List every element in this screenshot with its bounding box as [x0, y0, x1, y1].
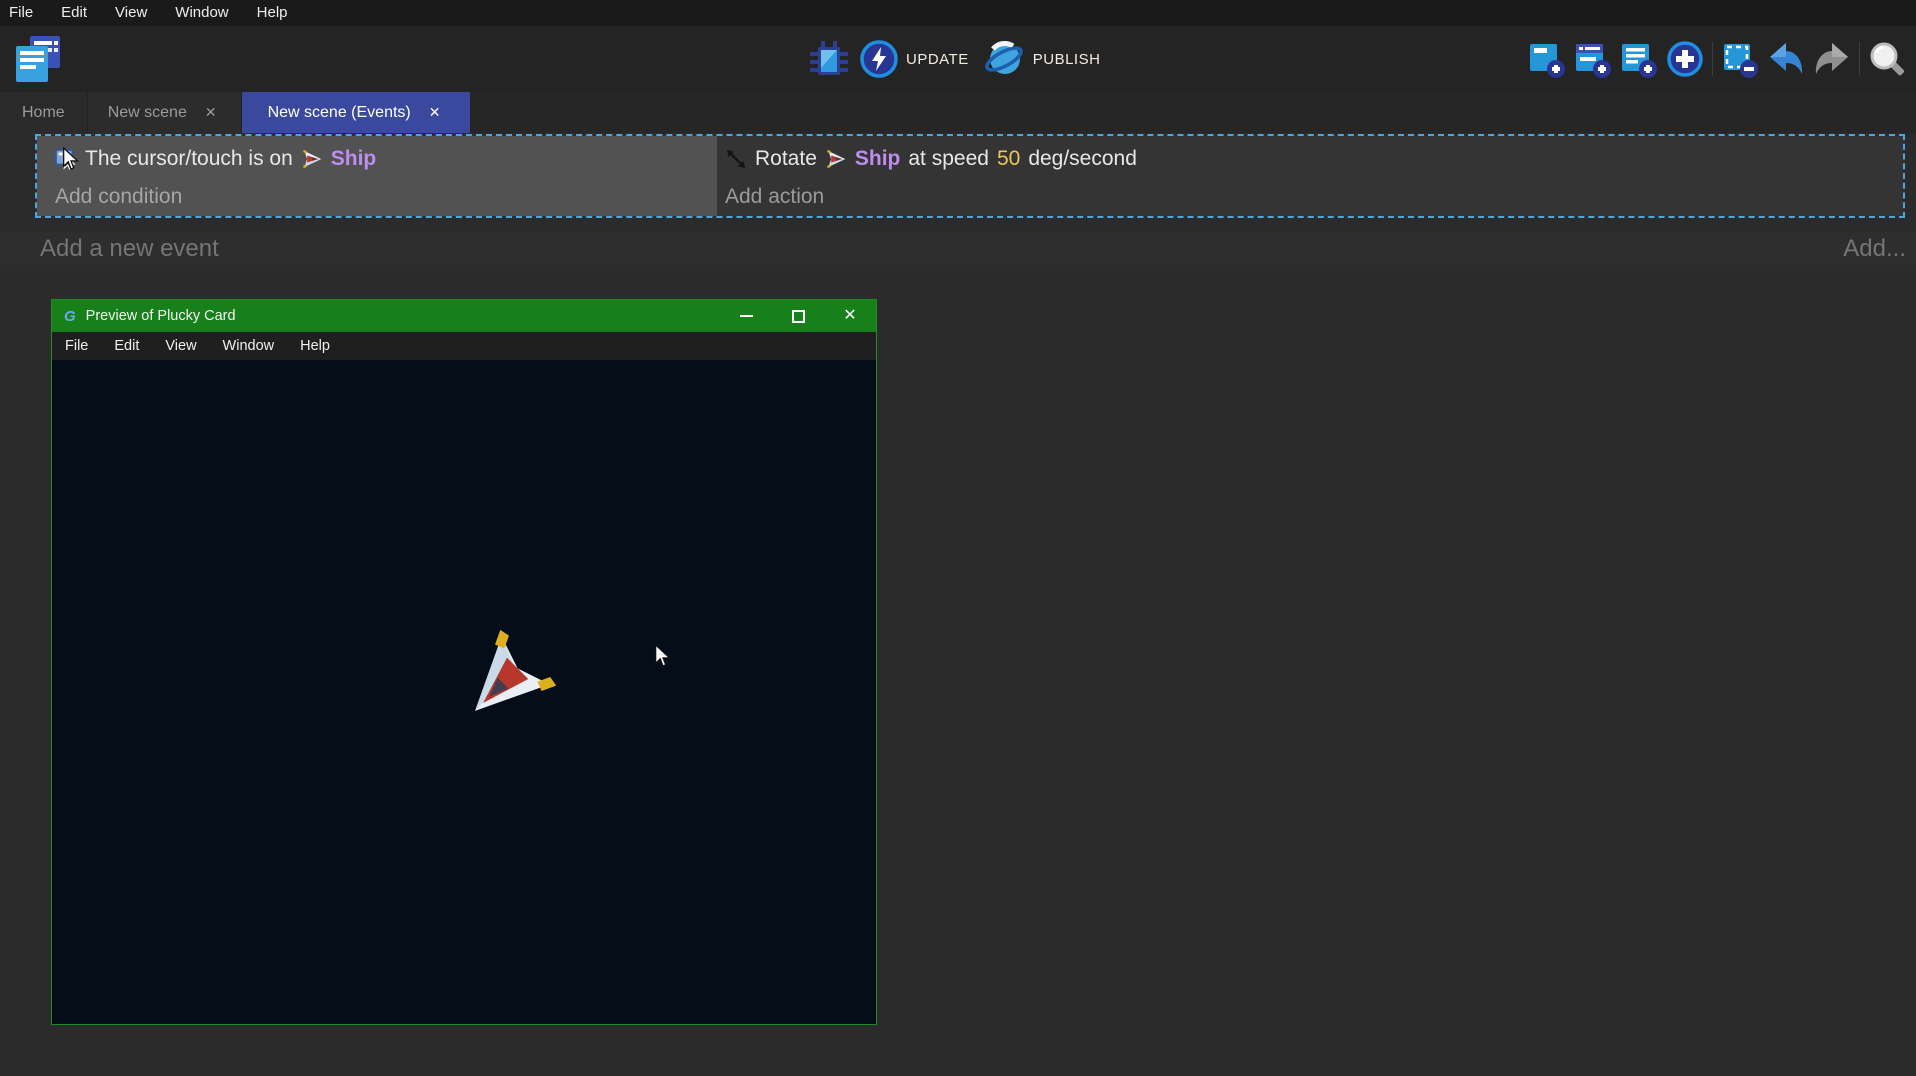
debugger-icon[interactable] — [808, 39, 850, 79]
preview-menu-file[interactable]: File — [52, 338, 101, 354]
add-action-button[interactable]: Add action — [725, 179, 1893, 215]
add-event-icon[interactable] — [1524, 38, 1570, 80]
preview-menu-help[interactable]: Help — [287, 338, 343, 354]
preview-menu-edit[interactable]: Edit — [101, 338, 152, 354]
event-block[interactable]: The cursor/touch is on Ship Add conditio… — [35, 134, 1905, 218]
action-row[interactable]: Rotate Ship at speed 50 deg/second — [725, 139, 1893, 179]
editor-tab-bar: Home New scene ✕ New scene (Events) ✕ — [0, 92, 1916, 133]
add-new-event-row[interactable]: Add a new event Add... — [0, 232, 1916, 265]
action-value: 50 — [997, 147, 1020, 171]
condition-row[interactable]: The cursor/touch is on Ship — [55, 139, 707, 179]
ship-object-icon — [825, 148, 847, 170]
add-subevent-icon[interactable] — [1570, 38, 1616, 80]
app-menu-bar: File Edit View Window Help — [0, 0, 1916, 26]
maximize-icon — [792, 310, 805, 323]
ship-object-icon — [301, 148, 323, 170]
tab-new-scene-label: New scene — [108, 104, 187, 122]
update-lightning-icon — [860, 40, 898, 78]
tab-home-label: Home — [22, 104, 65, 122]
publish-button[interactable]: PUBLISH — [983, 39, 1101, 79]
choose-add-event-icon[interactable] — [1662, 38, 1708, 80]
actions-column[interactable]: Rotate Ship at speed 50 deg/second Add a… — [717, 136, 1903, 216]
delete-event-icon[interactable] — [1717, 38, 1763, 80]
add-condition-button[interactable]: Add condition — [55, 179, 707, 215]
tab-new-scene-events[interactable]: New scene (Events) ✕ — [242, 92, 472, 133]
toolbar-separator — [1859, 42, 1860, 76]
action-verb: Rotate — [755, 147, 817, 171]
tab-new-scene-events-label: New scene (Events) — [268, 104, 411, 122]
maximize-button[interactable] — [772, 300, 824, 332]
publish-label: PUBLISH — [1033, 51, 1101, 68]
condition-text: The cursor/touch is on — [85, 147, 293, 171]
add-comment-icon[interactable] — [1616, 38, 1662, 80]
menu-window[interactable]: Window — [161, 0, 242, 26]
condition-object-name: Ship — [331, 147, 377, 171]
menu-file[interactable]: File — [0, 0, 47, 26]
tab-home[interactable]: Home — [0, 92, 88, 133]
preview-title-bar[interactable]: G Preview of Plucky Card ✕ — [52, 300, 876, 332]
search-events-icon[interactable] — [1864, 38, 1910, 80]
toolbar-separator — [1712, 42, 1713, 76]
menu-help[interactable]: Help — [243, 0, 302, 26]
undo-icon[interactable] — [1763, 38, 1809, 80]
add-action-label: Add action — [725, 185, 824, 209]
project-manager-icon[interactable] — [14, 34, 64, 84]
main-toolbar: UPDATE PUBLISH — [0, 26, 1916, 92]
add-event-menu-button[interactable]: Add... — [1843, 235, 1906, 263]
add-new-event-label[interactable]: Add a new event — [0, 235, 219, 263]
events-sheet: The cursor/touch is on Ship Add conditio… — [0, 133, 1916, 297]
preview-window-title: Preview of Plucky Card — [86, 308, 236, 324]
tab-close-icon[interactable]: ✕ — [425, 102, 445, 123]
update-label: UPDATE — [906, 51, 969, 68]
action-unit: deg/second — [1028, 147, 1137, 171]
tab-close-icon[interactable]: ✕ — [201, 102, 221, 123]
menu-edit[interactable]: Edit — [47, 0, 101, 26]
redo-icon[interactable] — [1809, 38, 1855, 80]
ship-sprite — [437, 617, 570, 750]
preview-menu-view[interactable]: View — [152, 338, 209, 354]
game-canvas[interactable] — [52, 360, 876, 1024]
gdevelop-g-icon: G — [64, 308, 76, 325]
cursor-on-object-icon — [55, 148, 77, 170]
close-icon: ✕ — [843, 308, 856, 324]
minimize-button[interactable] — [720, 300, 772, 332]
tab-new-scene[interactable]: New scene ✕ — [88, 92, 242, 133]
add-condition-label: Add condition — [55, 185, 182, 209]
preview-window[interactable]: G Preview of Plucky Card ✕ File Edit Vie… — [51, 299, 877, 1025]
mouse-cursor — [652, 643, 674, 669]
minimize-icon — [740, 315, 753, 317]
publish-planet-icon — [983, 39, 1025, 79]
rotate-action-icon — [725, 148, 747, 170]
preview-menu-bar: File Edit View Window Help — [52, 332, 876, 360]
menu-view[interactable]: View — [101, 0, 161, 26]
preview-menu-window[interactable]: Window — [210, 338, 288, 354]
action-object-name: Ship — [855, 147, 901, 171]
close-button[interactable]: ✕ — [824, 300, 876, 332]
conditions-column[interactable]: The cursor/touch is on Ship Add conditio… — [37, 136, 717, 216]
action-connector: at speed — [908, 147, 989, 171]
update-button[interactable]: UPDATE — [860, 40, 969, 78]
